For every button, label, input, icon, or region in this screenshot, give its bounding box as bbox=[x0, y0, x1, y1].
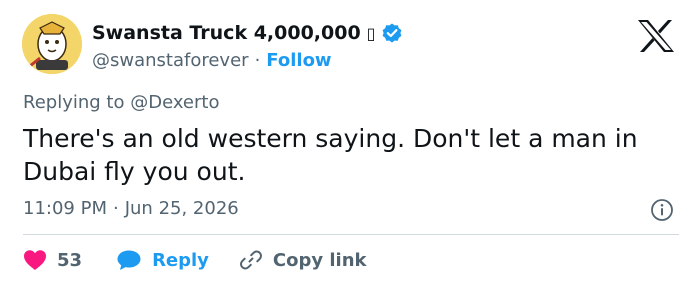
x-logo-icon[interactable] bbox=[636, 18, 676, 54]
link-icon bbox=[239, 250, 262, 270]
author-handle-row: @swanstaforever · Follow bbox=[92, 48, 332, 72]
author-name-row: Swansta Truck 4,000,000 ▯ bbox=[92, 20, 403, 46]
tweet-actions: 53 Reply Copy link bbox=[23, 246, 367, 274]
avatar[interactable] bbox=[22, 14, 82, 74]
handle-separator: · bbox=[254, 49, 261, 71]
timestamp-separator: · bbox=[112, 198, 119, 219]
replying-to-prefix: Replying to bbox=[23, 92, 125, 113]
reply-bubble-icon bbox=[117, 250, 141, 270]
copy-link-button[interactable]: Copy link bbox=[239, 248, 367, 272]
like-button[interactable]: 53 bbox=[23, 249, 116, 271]
replying-to-context: Replying to @Dexerto bbox=[23, 92, 219, 113]
author-display-name[interactable]: Swansta Truck 4,000,000 bbox=[92, 22, 361, 44]
info-icon[interactable] bbox=[650, 198, 674, 222]
avatar-image bbox=[22, 14, 82, 74]
copy-link-label: Copy link bbox=[272, 249, 367, 271]
verified-badge-icon bbox=[383, 23, 402, 43]
reply-label: Reply bbox=[152, 249, 209, 271]
replying-to-mention[interactable]: @Dexerto bbox=[130, 92, 219, 113]
author-handle[interactable]: @swanstaforever bbox=[92, 50, 249, 71]
reply-button[interactable]: Reply bbox=[116, 249, 239, 271]
actions-divider bbox=[23, 234, 679, 235]
heart-icon bbox=[24, 250, 46, 270]
tweet-time: 11:09 PM bbox=[23, 198, 107, 219]
tweet-timestamp[interactable]: 11:09 PM · Jun 25, 2026 bbox=[23, 198, 239, 219]
follow-button[interactable]: Follow bbox=[266, 50, 331, 71]
tweet-date: Jun 25, 2026 bbox=[124, 198, 239, 219]
name-emoji-glyph: ▯ bbox=[366, 23, 376, 43]
like-count: 53 bbox=[57, 249, 83, 271]
tweet-text: There's an old western saying. Don't let… bbox=[23, 124, 638, 186]
